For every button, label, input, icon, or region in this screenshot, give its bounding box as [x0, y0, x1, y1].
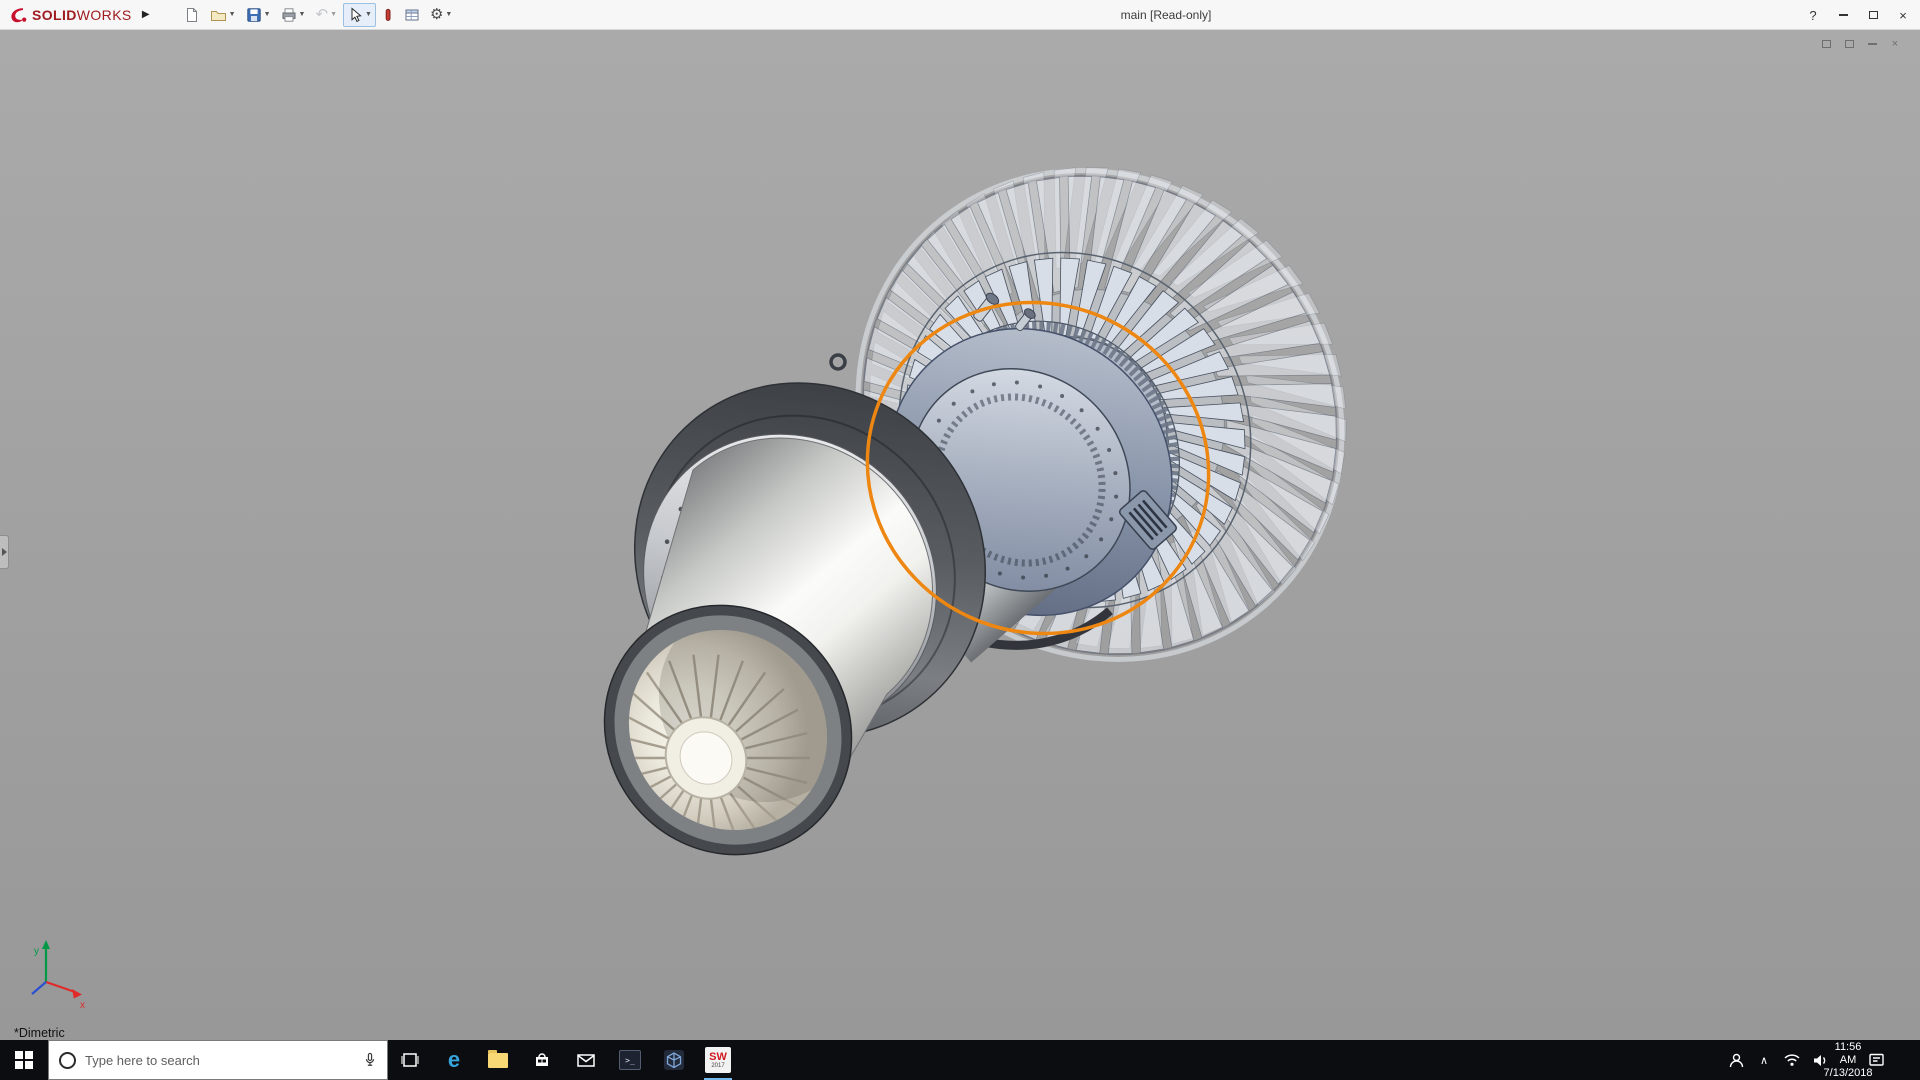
solidworks-logo: SOLIDWORKS — [0, 6, 138, 24]
edge-icon: e — [448, 1049, 460, 1071]
show-desktop-button[interactable] — [1892, 1040, 1916, 1080]
mail-icon — [576, 1052, 596, 1068]
cube-app-icon — [663, 1049, 685, 1071]
task-view-button[interactable] — [388, 1040, 432, 1080]
taskbar-clock[interactable]: 11:56 AM 7/13/2018 — [1836, 1040, 1860, 1080]
select-button[interactable]: ▼ — [343, 3, 376, 27]
engine-assembly[interactable] — [553, 71, 1441, 905]
system-tray: ∧ 11:56 AM 7/13/2018 — [1724, 1040, 1920, 1080]
file-explorer-button[interactable] — [476, 1040, 520, 1080]
gear-icon: ⚙ — [430, 7, 443, 22]
triad-y-arrow — [42, 940, 50, 949]
solidworks-logo-icon — [8, 6, 28, 24]
open-folder-icon — [210, 7, 227, 23]
chevron-up-icon: ∧ — [1760, 1054, 1768, 1067]
wifi-icon — [1783, 1053, 1801, 1067]
window-close-icon: × — [1892, 38, 1898, 50]
taskbar-search-input[interactable] — [85, 1053, 354, 1068]
taskbar-search-box[interactable] — [48, 1040, 388, 1080]
doc-restore-button[interactable] — [1842, 37, 1856, 50]
solidworks-app-icon: SW 2017 — [705, 1047, 731, 1073]
mail-button[interactable] — [564, 1040, 608, 1080]
help-icon: ? — [1809, 8, 1816, 23]
doc-new-window-button[interactable] — [1819, 37, 1833, 50]
select-cursor-icon — [347, 7, 363, 23]
file-explorer-icon — [488, 1053, 508, 1068]
options-button[interactable]: ⚙ ▼ — [426, 3, 456, 27]
speaker-icon — [1812, 1053, 1829, 1068]
dropdown-arrow-icon: ▼ — [229, 11, 236, 18]
expand-arrow-icon — [2, 548, 7, 556]
minimize-button[interactable] — [1828, 1, 1858, 29]
dropdown-arrow-icon: ▼ — [330, 11, 337, 18]
dropdown-arrow-icon: ▼ — [365, 11, 372, 18]
cad-viewer-button[interactable] — [652, 1040, 696, 1080]
network-button[interactable] — [1780, 1040, 1804, 1080]
store-bag-icon — [533, 1051, 551, 1069]
doc-close-button[interactable]: × — [1888, 37, 1902, 50]
print-icon — [281, 7, 297, 23]
action-center-button[interactable] — [1864, 1040, 1888, 1080]
window-icon — [1822, 40, 1831, 48]
triad-x-arrow — [72, 989, 82, 999]
dropdown-arrow-icon: ▼ — [264, 11, 271, 18]
solidworks-app-button[interactable]: SW 2017 — [696, 1040, 740, 1080]
people-icon — [1728, 1052, 1745, 1069]
jet-engine-model[interactable]: x y — [0, 30, 1920, 1040]
grommet — [831, 355, 845, 369]
graphics-viewport[interactable]: x y × *Dimetric — [0, 30, 1920, 1040]
flyout-arrow-icon: ▶ — [142, 9, 150, 20]
design-table-button[interactable] — [400, 3, 424, 27]
minimize-icon — [1839, 14, 1848, 16]
appearance-pill-icon — [382, 7, 394, 23]
appearance-button[interactable] — [378, 3, 398, 27]
task-view-icon — [400, 1051, 420, 1069]
quick-access-toolbar: ▼ ▼ ▼ ↶ ▼ ▼ — [180, 3, 457, 27]
windows-logo-icon — [15, 1051, 33, 1069]
print-button[interactable]: ▼ — [277, 3, 310, 27]
undo-button[interactable]: ↶ ▼ — [311, 3, 341, 27]
maximize-button[interactable] — [1858, 1, 1888, 29]
undo-icon: ↶ — [315, 8, 328, 22]
window-minimize-icon — [1868, 43, 1877, 45]
close-button[interactable]: × — [1888, 1, 1918, 29]
titlebar: SOLIDWORKS ▶ ▼ ▼ — [0, 0, 1920, 30]
document-window-controls: × — [1819, 37, 1902, 50]
new-document-button[interactable] — [180, 3, 204, 27]
start-button[interactable] — [0, 1040, 48, 1080]
dropdown-arrow-icon: ▼ — [445, 11, 452, 18]
edge-button[interactable]: e — [432, 1040, 476, 1080]
terminal-icon: >_ — [619, 1050, 641, 1070]
clock-time: 11:56 AM — [1835, 1041, 1862, 1067]
store-button[interactable] — [520, 1040, 564, 1080]
triad-y-label: y — [34, 946, 39, 957]
terminal-button[interactable]: >_ — [608, 1040, 652, 1080]
view-orientation-label: *Dimetric — [14, 1026, 65, 1040]
people-button[interactable] — [1724, 1040, 1748, 1080]
feature-panel-collapse-tab[interactable] — [0, 535, 9, 569]
action-center-icon — [1868, 1052, 1885, 1068]
solidworks-logo-text: SOLIDWORKS — [32, 7, 132, 23]
help-button[interactable]: ? — [1798, 1, 1828, 29]
maximize-icon — [1869, 11, 1878, 19]
open-button[interactable]: ▼ — [206, 3, 240, 27]
save-button[interactable]: ▼ — [242, 3, 275, 27]
window-controls: ? × — [1798, 0, 1918, 30]
save-icon — [246, 7, 262, 23]
microphone-icon — [363, 1051, 377, 1069]
taskbar: e >_ SW 2017 ∧ — [0, 1040, 1920, 1080]
triad-z-axis — [32, 982, 46, 994]
doc-minimize-button[interactable] — [1865, 37, 1879, 50]
toolbar-flyout-button[interactable]: ▶ — [138, 4, 154, 26]
document-title: main [Read-only] — [1121, 8, 1212, 22]
orientation-triad[interactable]: x y — [32, 940, 85, 1011]
tray-expand-button[interactable]: ∧ — [1752, 1040, 1776, 1080]
cortana-icon — [59, 1052, 76, 1069]
triad-x-label: x — [80, 1000, 85, 1011]
close-icon: × — [1899, 8, 1907, 23]
window-restore-icon — [1845, 40, 1854, 48]
new-document-icon — [184, 7, 200, 23]
dropdown-arrow-icon: ▼ — [299, 11, 306, 18]
table-icon — [404, 7, 420, 23]
